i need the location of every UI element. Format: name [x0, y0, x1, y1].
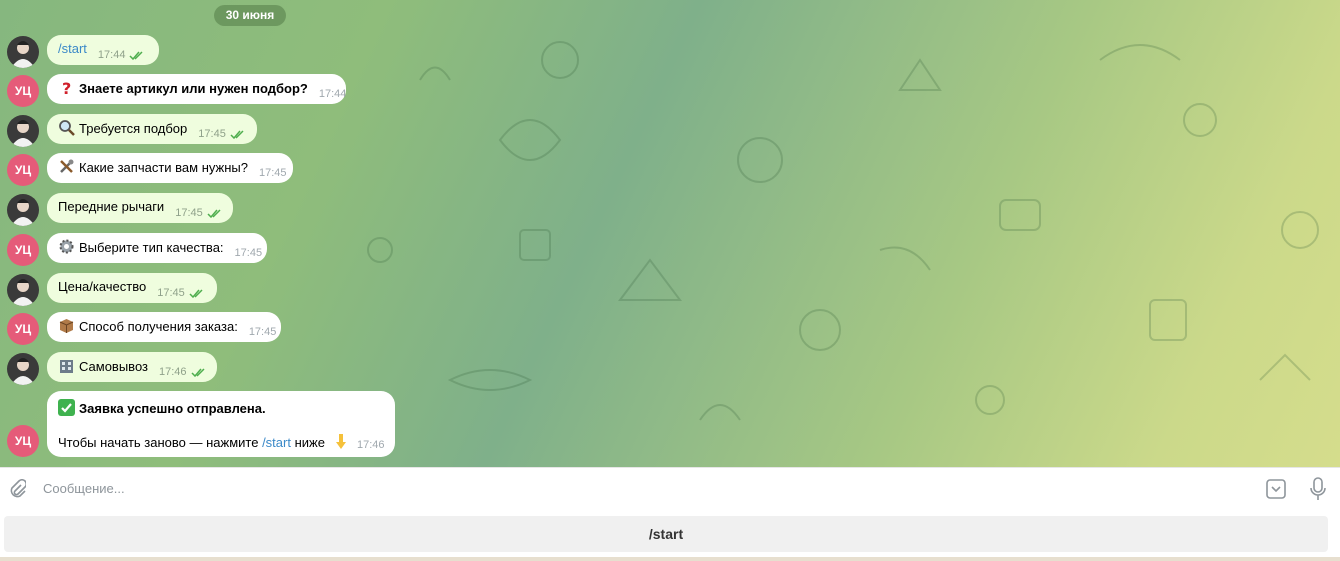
message-bubble[interactable]: ? Знаете артикул или нужен подбор? 17:44 [47, 74, 346, 104]
message-time: 17:45 [198, 128, 226, 140]
magnifier-icon [59, 119, 75, 136]
message-bubble[interactable]: /start 17:44 [47, 35, 159, 65]
message-text: Выберите тип качества: [79, 239, 224, 255]
user-avatar[interactable] [7, 36, 39, 68]
bottom-border [0, 557, 1340, 561]
message-time: 17:45 [157, 287, 185, 299]
attach-icon[interactable] [7, 479, 27, 499]
message-time: 17:45 [258, 167, 287, 179]
message-time: 17:44 [97, 49, 126, 61]
message-text: Требуется подбор [79, 120, 188, 136]
message-time: 17:45 [248, 326, 277, 338]
message-composer: Сообщение... [0, 467, 1340, 510]
message-time: 17:44 [318, 88, 347, 100]
double-check-icon [189, 286, 204, 301]
message-text: Чтобы начать заново — нажмите [58, 435, 263, 450]
user-avatar[interactable] [7, 274, 39, 306]
message-text: Какие запчасти вам нужны? [79, 159, 248, 175]
date-separator: 30 июня [214, 5, 286, 26]
message-bubble[interactable]: Требуется подбор 17:45 [47, 114, 257, 144]
bot-avatar[interactable]: УЦ [7, 425, 39, 457]
start-button[interactable]: /start [4, 516, 1328, 552]
message-bubble[interactable]: Выберите тип качества: 17:45 [47, 233, 267, 263]
message-text: Способ получения заказа: [79, 318, 238, 334]
message-time: 17:45 [175, 207, 203, 219]
message-text[interactable]: /start [58, 41, 87, 56]
bot-avatar[interactable]: УЦ [7, 75, 39, 107]
message-text: Цена/качество [58, 278, 147, 294]
check-mark-icon [58, 399, 75, 416]
message-text: Передние рычаги [58, 198, 165, 214]
user-avatar[interactable] [7, 115, 39, 147]
message-time: 17:46 [159, 366, 187, 378]
message-text: Самовывоз [79, 358, 148, 374]
message-text: Знаете артикул или нужен подбор? [79, 80, 308, 96]
chat-area: 30 июня /start 17:44 УЦ ? Знаете артикул … [0, 0, 1340, 467]
message-title: Заявка успешно отправлена. [79, 401, 266, 416]
message-bubble[interactable]: Какие запчасти вам нужны? 17:45 [47, 153, 293, 183]
message-bubble[interactable]: Самовывоз 17:46 [47, 352, 217, 382]
double-check-icon [207, 206, 222, 221]
gear-icon [59, 239, 74, 253]
message-time: 17:46 [357, 439, 385, 451]
tools-icon [60, 159, 74, 173]
start-command-link[interactable]: /start [262, 435, 291, 450]
message-bubble[interactable]: Заявка успешно отправлена. Чтобы начать … [47, 391, 395, 457]
message-bubble[interactable]: Цена/качество 17:45 [47, 273, 217, 303]
microphone-icon[interactable] [1308, 477, 1328, 501]
bot-avatar[interactable]: УЦ [7, 154, 39, 186]
message-text-suffix: ниже [290, 435, 325, 450]
double-check-icon [129, 48, 144, 63]
message-bubble[interactable]: Способ получения заказа: 17:45 [47, 312, 281, 342]
svg-text:?: ? [62, 79, 71, 96]
user-avatar[interactable] [7, 194, 39, 226]
reply-keyboard: /start [0, 509, 1340, 561]
message-bubble[interactable]: Передние рычаги 17:45 [47, 193, 233, 223]
bot-avatar[interactable]: УЦ [7, 313, 39, 345]
bot-avatar[interactable]: УЦ [7, 234, 39, 266]
package-icon [59, 318, 74, 333]
building-icon [60, 359, 73, 373]
user-avatar[interactable] [7, 353, 39, 385]
double-check-icon [191, 365, 206, 380]
message-time: 17:45 [234, 247, 263, 259]
bot-keyboard-icon[interactable] [1265, 478, 1287, 500]
question-mark-icon: ? [62, 79, 71, 96]
pointing-down-icon [335, 434, 346, 449]
double-check-icon [230, 127, 245, 142]
message-input[interactable]: Сообщение... [43, 481, 125, 496]
